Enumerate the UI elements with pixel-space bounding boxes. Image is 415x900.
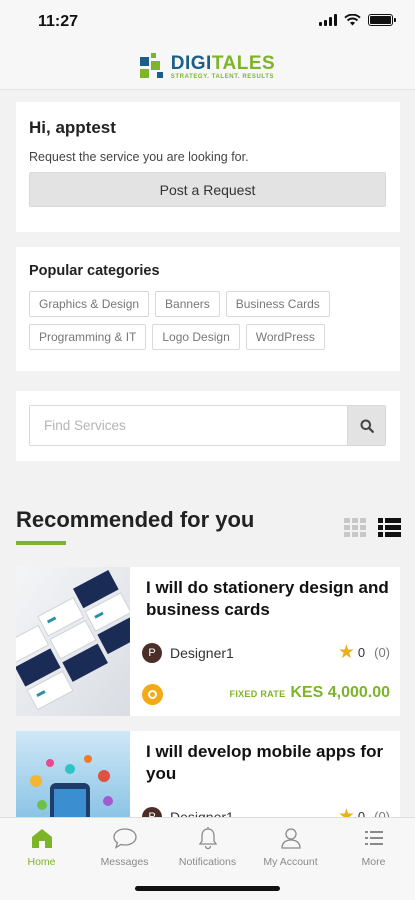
rating-value: 0 — [357, 645, 366, 660]
view-toggle — [344, 518, 401, 537]
rating-count: (0) — [374, 645, 390, 660]
chat-bubble-icon — [112, 828, 137, 849]
avatar: P — [142, 643, 162, 663]
service-title[interactable]: I will develop mobile apps for you — [146, 741, 391, 785]
tab-messages[interactable]: Messages — [83, 818, 166, 874]
tab-home[interactable]: Home — [0, 818, 83, 874]
seller-info[interactable]: P Designer1 — [142, 643, 234, 663]
rate-label: FIXED RATE — [229, 689, 286, 699]
user-icon — [280, 828, 301, 849]
category-chip-wordpress[interactable]: WordPress — [245, 324, 325, 350]
app-header: DIGITALES STRATEGY. TALENT. RESULTS — [0, 44, 415, 90]
tab-more[interactable]: More — [332, 818, 415, 874]
category-chip-programming-it[interactable]: Programming & IT — [29, 324, 147, 350]
logo-text-tales: TALES — [211, 52, 276, 74]
status-bar: 11:27 — [0, 0, 415, 44]
search-box — [29, 405, 386, 446]
star-icon: ★ — [337, 642, 355, 663]
recommended-underline — [16, 541, 66, 545]
grid-view-icon[interactable] — [344, 518, 366, 537]
home-indicator — [135, 886, 280, 891]
battery-icon — [368, 14, 396, 26]
logo-tagline: STRATEGY. TALENT. RESULTS — [170, 73, 275, 80]
search-button[interactable] — [347, 406, 385, 445]
category-chip-business-cards[interactable]: Business Cards — [225, 291, 330, 317]
logo-text-digi: DIGI — [170, 52, 212, 74]
category-chip-logo-design[interactable]: Logo Design — [152, 324, 240, 350]
category-chip-banners[interactable]: Banners — [155, 291, 220, 317]
service-card[interactable]: I will do stationery design and business… — [16, 567, 400, 716]
tab-label: Messages — [100, 856, 149, 868]
tab-label: More — [361, 856, 386, 868]
home-icon — [31, 829, 52, 848]
category-chips: Graphics & Design Banners Business Cards… — [29, 291, 369, 350]
coin-icon — [142, 684, 163, 705]
status-time: 11:27 — [38, 13, 79, 30]
greeting-subtitle: Request the service you are looking for. — [29, 150, 249, 164]
tab-notifications[interactable]: Notifications — [166, 818, 249, 874]
menu-list-icon — [364, 831, 383, 845]
brand-logo[interactable]: DIGITALES STRATEGY. TALENT. RESULTS — [139, 52, 276, 81]
tab-label: Notifications — [178, 856, 237, 868]
greeting-title: Hi, apptest — [29, 118, 116, 137]
recommended-title: Recommended for you — [16, 507, 255, 532]
bell-icon — [198, 827, 217, 850]
cellular-signal-icon — [319, 14, 337, 26]
categories-title: Popular categories — [29, 263, 160, 279]
greeting-card: Hi, apptest Request the service you are … — [16, 102, 400, 232]
search-card — [16, 391, 400, 461]
price: FIXED RATE KES 4,000.00 — [230, 684, 390, 702]
search-icon — [360, 419, 374, 433]
tab-label: Home — [27, 856, 56, 868]
rating: ★ 0 (0) — [338, 643, 390, 662]
tab-label: My Account — [263, 856, 318, 868]
wifi-icon — [344, 14, 361, 26]
service-title[interactable]: I will do stationery design and business… — [146, 577, 391, 621]
logo-mark-icon — [139, 52, 166, 81]
list-view-icon[interactable] — [378, 518, 401, 537]
service-image-business-cards[interactable] — [16, 567, 130, 716]
search-input[interactable] — [30, 406, 347, 445]
seller-name: Designer1 — [170, 645, 234, 661]
category-chip-graphics-design[interactable]: Graphics & Design — [29, 291, 150, 317]
status-icons — [319, 14, 396, 26]
popular-categories-card: Popular categories Graphics & Design Ban… — [16, 247, 400, 371]
price-value: KES 4,000.00 — [290, 684, 390, 701]
tab-my-account[interactable]: My Account — [249, 818, 332, 874]
post-request-button[interactable]: Post a Request — [29, 172, 386, 207]
